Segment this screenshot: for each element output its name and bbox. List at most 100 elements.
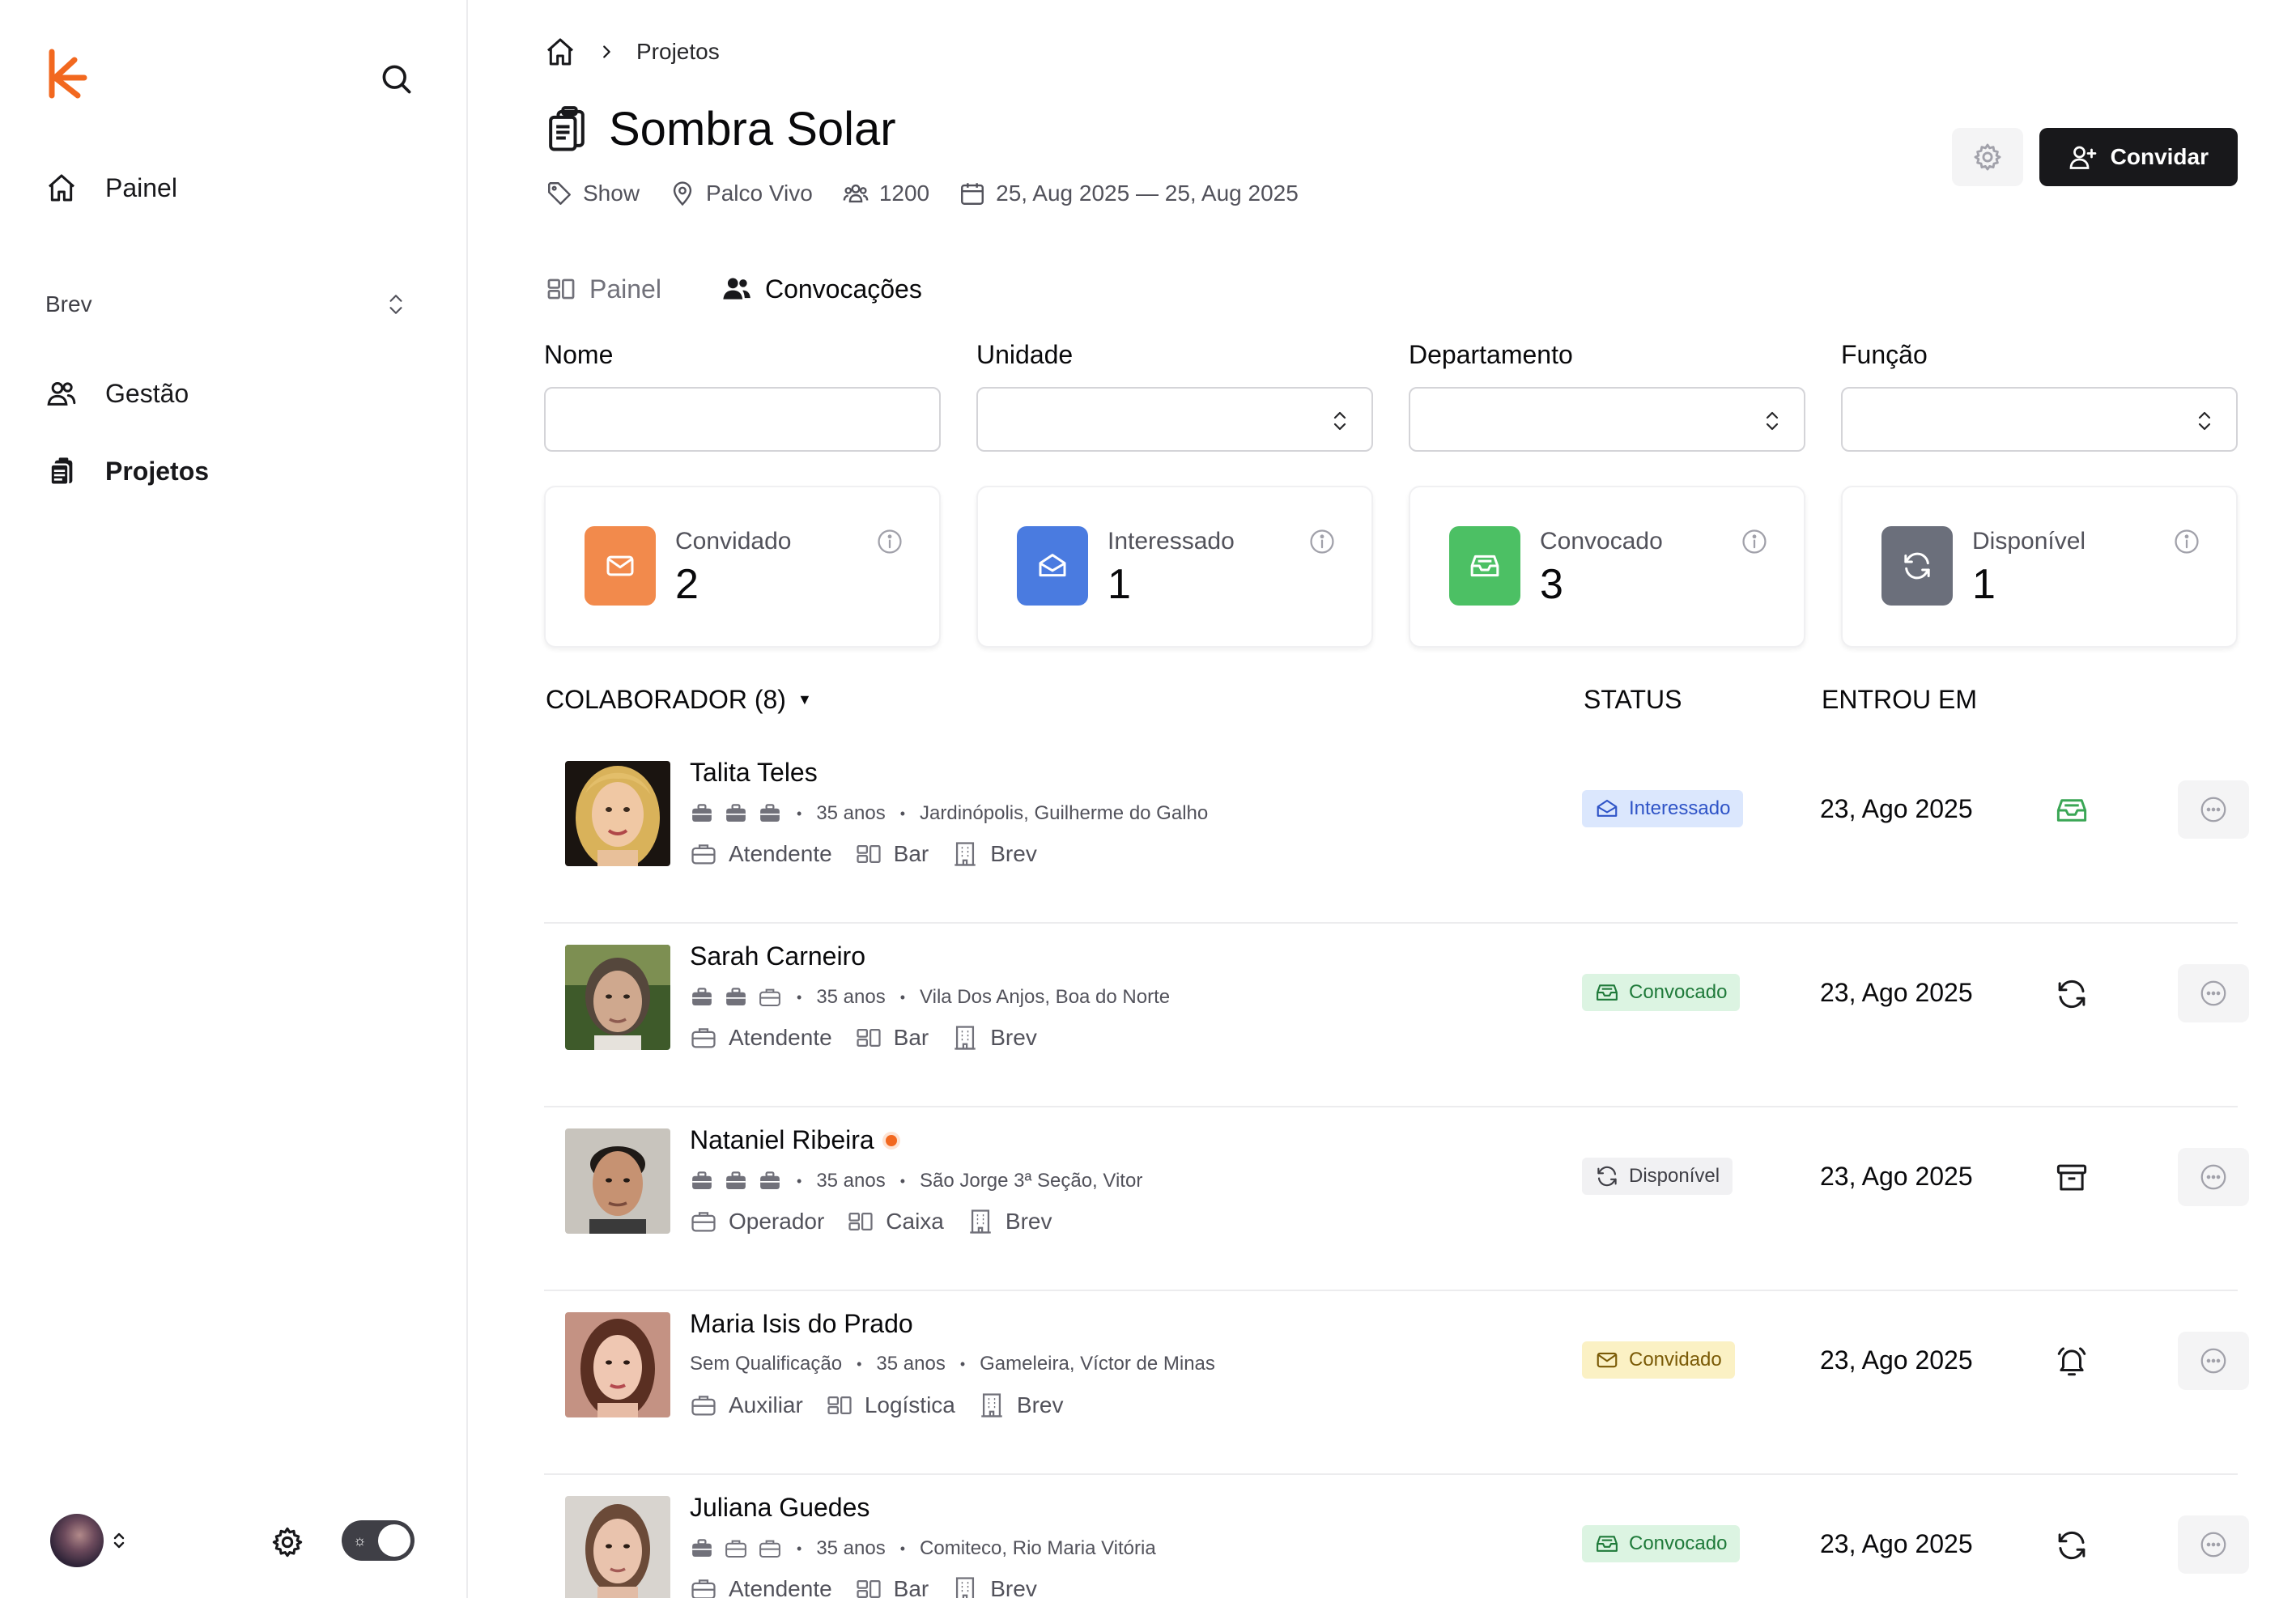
avatar [565, 1312, 670, 1417]
role-select[interactable] [1841, 387, 2238, 452]
org-name: Brev [45, 291, 92, 317]
info-icon[interactable] [1308, 528, 1336, 555]
building-icon [970, 1209, 991, 1234]
collaborator-role: Operador [729, 1209, 825, 1234]
breadcrumb-current[interactable]: Projetos [636, 39, 720, 65]
collaborator-role: Atendente [729, 1576, 832, 1598]
status-badge: Convocado [1582, 974, 1741, 1011]
status-badge: Disponível [1582, 1158, 1733, 1195]
table-row[interactable]: Sarah Carneiro • 35 anos • Vila Dos Anjo… [544, 924, 2249, 1107]
collaborator-column-header[interactable]: COLABORADOR (8) ▼ [546, 685, 812, 715]
collaborator-age: 35 anos [816, 802, 886, 824]
home-icon[interactable] [544, 36, 576, 68]
inbox-icon[interactable] [2055, 793, 2089, 827]
collaborator-age: 35 anos [816, 1170, 886, 1192]
stat-card-convocado[interactable]: Convocado 3 [1409, 486, 1805, 648]
status-badge: Interessado [1582, 790, 1744, 827]
sidebar-item-gestao[interactable]: Gestão [45, 377, 189, 410]
meta-dates: 25, Aug 2025 — 25, Aug 2025 [959, 180, 1299, 207]
table-row[interactable]: Juliana Guedes • 35 anos • Comiteco, Rio… [544, 1475, 2249, 1598]
tab-painel[interactable]: Painel [546, 274, 661, 304]
mail-open-icon [1597, 799, 1618, 817]
stat-card-interessado[interactable]: Interessado 1 [976, 486, 1373, 648]
briefcase-outline-icon [759, 1540, 780, 1558]
collaborator-list: Talita Teles • 35 anos • Jardinópolis, G… [544, 740, 2249, 1598]
briefcase-icon [691, 844, 716, 865]
building-icon [955, 1026, 976, 1050]
department-select[interactable] [1409, 387, 1805, 452]
briefcase-filled-icon [726, 988, 746, 1005]
collaborator-role: Atendente [729, 1025, 832, 1050]
stat-label: Convocado [1540, 528, 1663, 555]
info-icon[interactable] [876, 528, 904, 555]
more-actions-button[interactable] [2178, 964, 2249, 1022]
more-actions-button[interactable] [2178, 1148, 2249, 1206]
brand-logo[interactable] [45, 49, 91, 105]
more-actions-button[interactable] [2178, 780, 2249, 839]
stats-cards: Convidado 2 Interessado 1 Convocado 3 Di… [544, 486, 2238, 648]
refresh-icon[interactable] [2055, 977, 2089, 1011]
collaborator-age: 35 anos [816, 1537, 886, 1559]
collaborator-qualification: Sem Qualificação [690, 1353, 843, 1375]
tab-convocacoes[interactable]: Convocações [721, 274, 922, 304]
collaborator-name: Juliana Guedes [690, 1493, 870, 1522]
qualification-rating [690, 985, 782, 1009]
collaborator-department: Caixa [886, 1209, 944, 1234]
meta-venue: Palco Vivo [669, 180, 813, 207]
collaborator-unit: Brev [990, 1025, 1037, 1050]
briefcase-icon [691, 1028, 716, 1048]
table-row[interactable]: Talita Teles • 35 anos • Jardinópolis, G… [544, 740, 2249, 924]
theme-toggle[interactable]: ☼ [342, 1520, 415, 1561]
sidebar-item-label: Projetos [105, 456, 210, 486]
home-icon [49, 174, 74, 202]
joined-date: 23, Ago 2025 [1820, 978, 1973, 1007]
project-settings-button[interactable] [1951, 128, 2023, 186]
briefcase-filled-icon [692, 804, 712, 822]
list-header: COLABORADOR (8) ▼ STATUS ENTROU EM [546, 685, 2238, 717]
user-menu-button[interactable] [50, 1514, 126, 1567]
archive-icon[interactable] [2055, 1161, 2089, 1195]
more-actions-button[interactable] [2178, 1515, 2249, 1574]
stat-card-disponivel[interactable]: Disponível 1 [1841, 486, 2238, 648]
layout-icon [857, 1028, 881, 1048]
stat-card-convidado[interactable]: Convidado 2 [544, 486, 941, 648]
qualification-rating [690, 801, 782, 826]
joined-column-header: ENTROU EM [1822, 685, 1977, 714]
filter-unidade: Unidade [976, 340, 1373, 452]
table-row[interactable]: Maria Isis do Prado Sem Qualificação • 3… [544, 1291, 2249, 1475]
table-row[interactable]: Nataniel Ribeira • 35 anos • São Jorge 3… [544, 1107, 2249, 1291]
clipboard-icon [49, 457, 73, 486]
building-icon [955, 842, 976, 866]
chevron-up-down-icon [1766, 411, 1779, 431]
gear-icon[interactable] [270, 1525, 304, 1559]
collaborator-age: 35 anos [876, 1353, 946, 1375]
chevron-up-down-icon [389, 295, 402, 314]
header-actions: Convidar [1951, 128, 2238, 186]
collaborator-role: Atendente [729, 841, 832, 866]
search-icon[interactable] [379, 62, 415, 97]
invite-button[interactable]: Convidar [2039, 128, 2238, 186]
filter-departamento: Departamento [1409, 340, 1805, 452]
name-filter-input[interactable] [544, 387, 941, 452]
sidebar-item-painel[interactable]: Painel [45, 172, 177, 204]
joined-date: 23, Ago 2025 [1820, 1162, 1973, 1191]
refresh-icon[interactable] [2055, 1528, 2089, 1562]
refresh-icon [1597, 1166, 1617, 1187]
users-icon [843, 184, 869, 203]
collaborator-unit: Brev [1016, 1392, 1064, 1417]
info-icon[interactable] [2173, 528, 2200, 555]
bell-ring-icon[interactable] [2055, 1345, 2089, 1379]
main-content: Projetos Sombra Solar Show Palco Vivo 12… [544, 0, 2249, 1598]
sidebar: Painel Brev Gestão Projetos ☼ [0, 0, 468, 1598]
sidebar-item-label: Gestão [105, 378, 189, 408]
filter-funcao: Função [1841, 340, 2238, 452]
building-icon [956, 1577, 975, 1598]
unit-select[interactable] [976, 387, 1373, 452]
info-icon[interactable] [1741, 528, 1768, 555]
filter-nome: Nome [544, 340, 941, 452]
org-switcher[interactable]: Brev [45, 287, 406, 322]
refresh-icon [1881, 526, 1953, 606]
avatar [565, 945, 670, 1050]
more-actions-button[interactable] [2178, 1332, 2249, 1390]
sidebar-item-projetos[interactable]: Projetos [45, 455, 209, 487]
